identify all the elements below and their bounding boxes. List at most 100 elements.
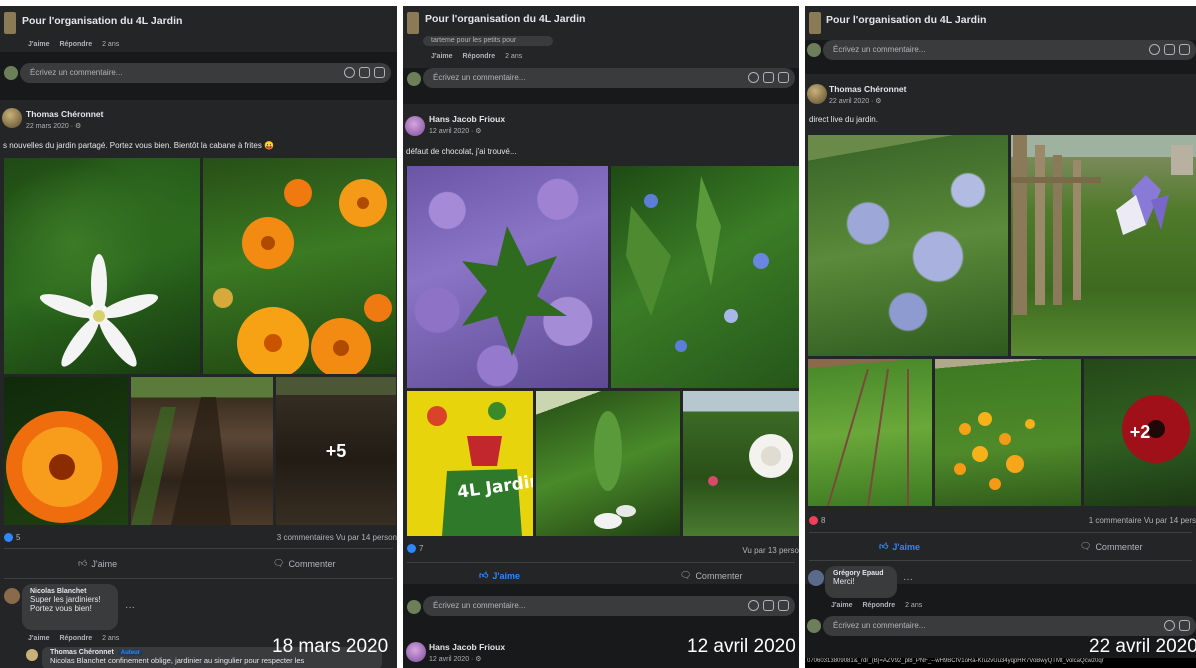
emoji-icon[interactable] [748, 600, 759, 611]
reply-link[interactable]: Répondre [59, 41, 92, 48]
photo-4l-jardin-poster[interactable]: 4L Jardin [407, 391, 533, 536]
post-author[interactable]: Hans Jacob Frioux [429, 642, 505, 652]
reaction-count[interactable]: 8 [809, 516, 826, 526]
emoji-icon[interactable] [1149, 44, 1160, 55]
like-button[interactable]: 👍︎ J'aime [78, 558, 117, 569]
more-photos-count[interactable]: +5 [276, 377, 396, 525]
like-button[interactable]: 👍︎ J'aime [479, 570, 520, 581]
photo-orange-flower[interactable] [4, 377, 128, 525]
group-title[interactable]: Pour l'organisation du 4L Jardin [826, 14, 986, 26]
photo-iris-fence[interactable] [1011, 135, 1196, 356]
photo-white-rose[interactable] [683, 391, 799, 536]
like-label: J'aime [492, 570, 521, 581]
photo-beans[interactable] [536, 391, 680, 536]
photo-more[interactable]: +5 [276, 377, 396, 525]
camera-icon[interactable] [1179, 620, 1190, 631]
comment-input[interactable]: Écrivez un commentaire... [823, 616, 1196, 636]
like-link[interactable]: J'aime [28, 635, 50, 642]
reaction-number: 8 [821, 516, 826, 525]
thumbs-up-icon: 👍︎ [479, 570, 489, 580]
group-icon[interactable] [4, 12, 16, 34]
emoji-icon[interactable] [1164, 620, 1175, 631]
comment-icon: 🗨︎ [1080, 541, 1092, 551]
reply-author[interactable]: Thomas Chéronnet [50, 649, 114, 656]
like-link[interactable]: J'aime [28, 41, 50, 48]
photo-more[interactable]: +2 [1084, 359, 1196, 506]
author-avatar[interactable] [405, 116, 425, 136]
photo-garden-bed[interactable] [131, 377, 273, 525]
group-title[interactable]: Pour l'organisation du 4L Jardin [22, 15, 182, 27]
photo-white-flower[interactable] [4, 158, 200, 374]
commenter-avatar[interactable] [4, 588, 20, 604]
like-button[interactable]: 👍︎ J'aime [879, 541, 920, 552]
comment-button[interactable]: 🗨︎ Commenter [680, 570, 742, 581]
divider [407, 562, 795, 563]
group-title[interactable]: Pour l'organisation du 4L Jardin [425, 13, 585, 25]
more-options-icon[interactable]: ··· [903, 574, 913, 585]
heart-reaction-icon [809, 516, 818, 526]
comment-time: 2 ans [505, 53, 523, 60]
post-author[interactable]: Thomas Chéronnet [26, 109, 103, 119]
comment-author[interactable]: Nicolas Blanchet [30, 588, 110, 595]
reaction-count[interactable]: 7 [407, 544, 423, 554]
photo-borage[interactable] [611, 166, 799, 388]
avatar [407, 72, 421, 86]
comment-line: Merci! [833, 577, 855, 586]
more-options-icon[interactable]: ··· [125, 602, 135, 613]
reply-link[interactable]: Répondre [462, 53, 495, 60]
reply-link[interactable]: Répondre [862, 602, 895, 609]
gif-icon[interactable] [1179, 44, 1190, 55]
gif-icon[interactable] [374, 67, 385, 78]
post-date[interactable]: 22 avril 2020 · ⚙ [829, 97, 882, 105]
comment-button[interactable]: 🗨︎ Commenter [1080, 541, 1142, 552]
photo-marigolds[interactable] [203, 158, 396, 374]
comment-author[interactable]: Grégory Epaud [833, 570, 889, 577]
comment-input[interactable]: Écrivez un commentaire... [423, 68, 795, 88]
camera-icon[interactable] [763, 72, 774, 83]
author-avatar[interactable] [2, 108, 22, 128]
comment-actions: J'aime Répondre 2 ans [28, 41, 127, 48]
gif-icon[interactable] [778, 600, 789, 611]
post-stats[interactable]: Vu par 13 perso [742, 546, 799, 555]
gif-icon[interactable] [778, 72, 789, 83]
comment-input[interactable]: Écrivez un commentaire... [823, 40, 1196, 60]
post-stats[interactable]: 3 commentaires Vu par 14 person [277, 533, 397, 542]
photo-borage-field[interactable] [808, 135, 1008, 356]
more-photos-count[interactable]: +2 [1084, 359, 1196, 506]
reply-link[interactable]: Répondre [59, 635, 92, 642]
comment-input[interactable]: Écrivez un commentaire... [423, 596, 795, 616]
post-author[interactable]: Hans Jacob Frioux [429, 114, 505, 124]
photo-pea-rows[interactable] [808, 359, 932, 506]
camera-icon[interactable] [1164, 44, 1175, 55]
commenter-avatar[interactable] [808, 570, 824, 586]
like-link[interactable]: J'aime [831, 602, 853, 609]
emoji-icon[interactable] [748, 72, 759, 83]
comment-placeholder: Écrivez un commentaire... [433, 601, 526, 610]
emoji-icon[interactable] [344, 67, 355, 78]
post-date[interactable]: 12 avril 2020 · ⚙ [429, 127, 482, 135]
post-date[interactable]: 12 avril 2020 · ⚙ [429, 655, 482, 663]
comment-button[interactable]: 🗨︎ Commenter [273, 558, 335, 569]
photo-marigold-bed[interactable] [935, 359, 1081, 506]
author-avatar[interactable] [406, 642, 426, 662]
post-stats[interactable]: 1 commentaire Vu par 14 pers [1089, 516, 1196, 525]
author-avatar[interactable] [807, 84, 827, 104]
group-icon[interactable] [407, 12, 419, 34]
camera-icon[interactable] [763, 600, 774, 611]
divider [809, 532, 1192, 533]
like-link[interactable]: J'aime [431, 53, 453, 60]
camera-icon[interactable] [359, 67, 370, 78]
post-card: Thomas Chéronnet 22 mars 2020 · ⚙ s nouv… [0, 100, 397, 668]
post-author[interactable]: Thomas Chéronnet [829, 84, 906, 94]
comment-input[interactable]: Écrivez un commentaire... [20, 63, 391, 83]
avatar [807, 619, 821, 633]
like-reaction-icon [4, 533, 13, 543]
reply-avatar[interactable] [26, 649, 38, 661]
url-bar[interactable]: 07060313809081&_rdr_(B]=AZV92_pl8_PNF_--… [805, 658, 1196, 668]
reaction-count[interactable]: 5 [4, 533, 20, 543]
screenshot-panel-2: Pour l'organisation du 4L Jardin tarteme… [403, 6, 799, 668]
group-icon[interactable] [809, 12, 821, 34]
like-reaction-icon [407, 544, 416, 554]
photo-purple-flowers[interactable] [407, 166, 608, 388]
post-date[interactable]: 22 mars 2020 · ⚙ [26, 122, 81, 130]
